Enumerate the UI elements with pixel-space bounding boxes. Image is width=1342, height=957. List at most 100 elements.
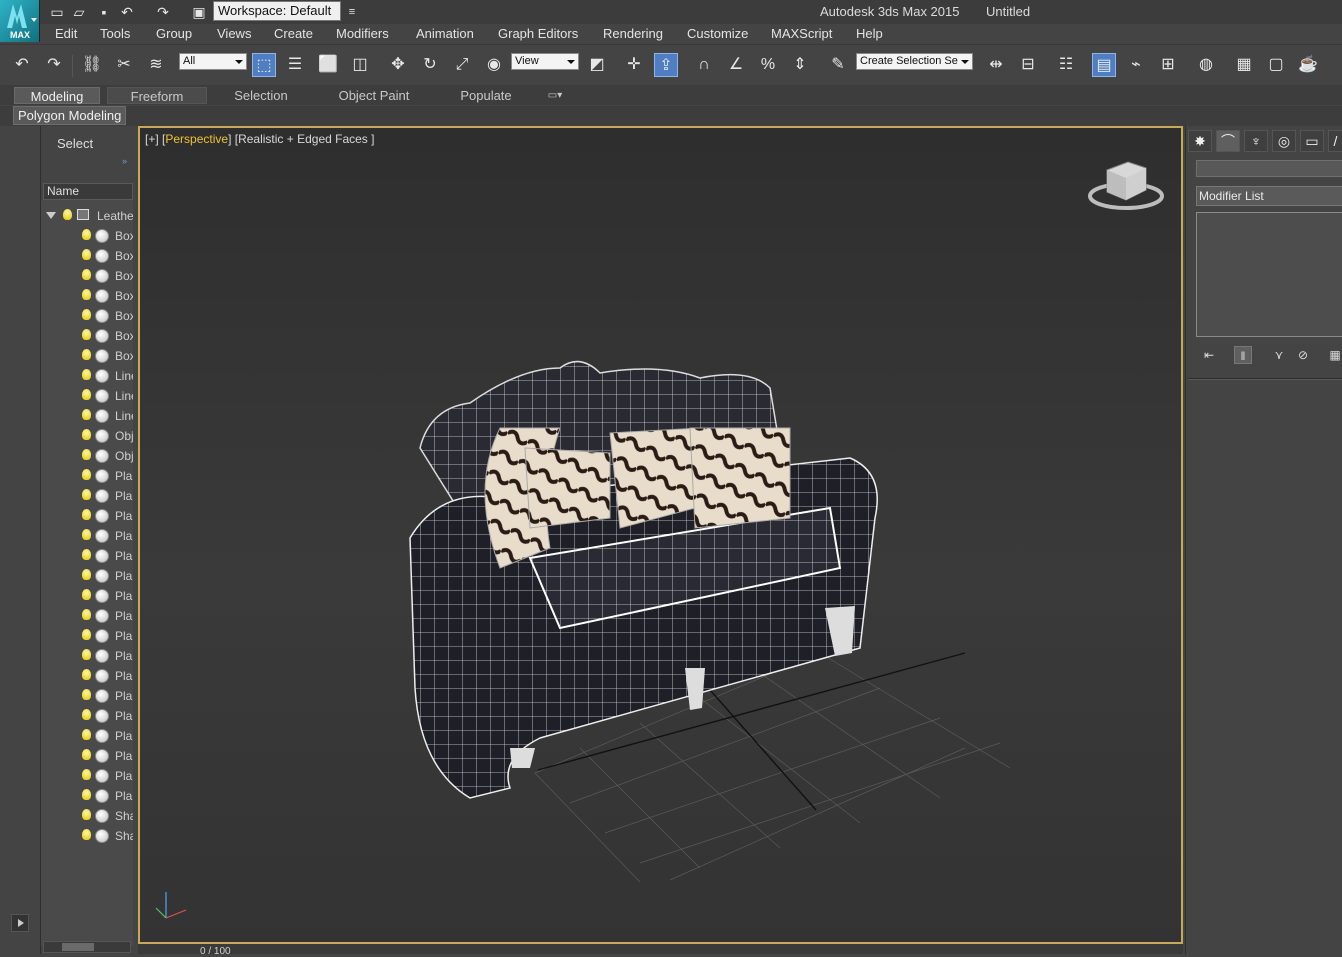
menu-rendering[interactable]: Rendering: [603, 26, 663, 41]
viewport-canvas[interactable]: [140, 128, 1181, 942]
scene-row[interactable]: Plan: [41, 766, 133, 786]
visibility-bulb-icon[interactable]: [82, 309, 91, 320]
visibility-bulb-icon[interactable]: [82, 229, 91, 240]
scene-row[interactable]: Sha: [41, 826, 133, 846]
show-end-result-icon[interactable]: ‖: [1234, 346, 1252, 364]
visibility-bulb-icon[interactable]: [82, 829, 91, 840]
scene-row-parent[interactable]: Leathe: [41, 206, 133, 226]
menu-views[interactable]: Views: [217, 26, 251, 41]
select-object-icon[interactable]: ⬚: [252, 53, 276, 77]
visibility-bulb-icon[interactable]: [82, 489, 91, 500]
scene-row[interactable]: Line: [41, 406, 133, 426]
menu-edit[interactable]: Edit: [55, 26, 77, 41]
tab-populate[interactable]: Populate: [446, 87, 526, 104]
application-button[interactable]: MAX: [0, 0, 40, 42]
visibility-bulb-icon[interactable]: [82, 649, 91, 660]
select-menu[interactable]: Select: [57, 136, 93, 151]
motion-panel-icon[interactable]: ◎: [1272, 130, 1296, 152]
scene-row[interactable]: Plan: [41, 466, 133, 486]
scrollbar-thumb[interactable]: [62, 943, 94, 951]
scene-row[interactable]: Box: [41, 246, 133, 266]
visibility-bulb-icon[interactable]: [82, 709, 91, 720]
visibility-bulb-icon[interactable]: [82, 749, 91, 760]
visibility-bulb-icon[interactable]: [82, 329, 91, 340]
snaps-toggle-icon[interactable]: ∩: [692, 53, 716, 77]
collapse-arrow-icon[interactable]: [46, 212, 56, 219]
visibility-bulb-icon[interactable]: [82, 509, 91, 520]
tab-object-paint[interactable]: Object Paint: [326, 87, 422, 104]
visibility-bulb-icon[interactable]: [82, 569, 91, 580]
spinner-snap-icon[interactable]: ⇕: [788, 53, 812, 77]
scene-row[interactable]: Box: [41, 306, 133, 326]
configure-modifier-sets-icon[interactable]: ▦: [1326, 346, 1342, 364]
modify-panel-icon[interactable]: ⌒: [1216, 130, 1240, 152]
visibility-bulb-icon[interactable]: [82, 389, 91, 400]
visibility-bulb-icon[interactable]: [82, 789, 91, 800]
percent-snap-icon[interactable]: %: [756, 53, 780, 77]
scene-row[interactable]: Obj: [41, 446, 133, 466]
scene-row[interactable]: Plan: [41, 546, 133, 566]
scene-row[interactable]: Plan: [41, 666, 133, 686]
render-production-icon[interactable]: ☕: [1296, 53, 1320, 77]
menu-create[interactable]: Create: [274, 26, 313, 41]
keyboard-shortcut-override-icon[interactable]: ⇪: [654, 53, 678, 77]
name-column-header[interactable]: Name: [43, 183, 133, 200]
visibility-bulb-icon[interactable]: [82, 669, 91, 680]
workspace-dropdown[interactable]: Workspace: Default: [213, 1, 341, 21]
visibility-bulb-icon[interactable]: [82, 349, 91, 360]
scene-row[interactable]: Plan: [41, 646, 133, 666]
display-panel-icon[interactable]: ▭: [1300, 130, 1324, 152]
align-icon[interactable]: ⊟: [1016, 53, 1040, 77]
render-setup-icon[interactable]: ▦: [1232, 53, 1256, 77]
scene-row[interactable]: Line: [41, 386, 133, 406]
bind-space-warp-icon[interactable]: ≋: [144, 53, 168, 77]
visibility-bulb-icon[interactable]: [82, 809, 91, 820]
visibility-bulb-icon[interactable]: [82, 549, 91, 560]
visibility-bulb-icon[interactable]: [82, 769, 91, 780]
scene-row[interactable]: Box: [41, 346, 133, 366]
scene-row[interactable]: Plan: [41, 626, 133, 646]
visibility-bulb-icon[interactable]: [82, 449, 91, 460]
modifier-stack[interactable]: [1196, 212, 1342, 337]
menu-group[interactable]: Group: [156, 26, 192, 41]
tab-selection[interactable]: Selection: [218, 87, 304, 104]
scale-icon[interactable]: ⤢: [450, 53, 474, 77]
redo-icon[interactable]: ↷: [154, 3, 172, 21]
scene-row[interactable]: Plan: [41, 566, 133, 586]
scene-row[interactable]: Plan: [41, 746, 133, 766]
scene-row[interactable]: Plan: [41, 586, 133, 606]
visibility-bulb-icon[interactable]: [82, 369, 91, 380]
project-folder-icon[interactable]: ▣: [190, 3, 208, 21]
object-name-field[interactable]: [1196, 160, 1342, 177]
selection-filter-dropdown[interactable]: All: [179, 53, 247, 70]
undo-icon[interactable]: ↶: [10, 53, 34, 77]
viewport-shading-menu[interactable]: [Realistic + Edged Faces ]: [235, 132, 375, 146]
undo-icon[interactable]: ↶: [118, 3, 136, 21]
rotate-icon[interactable]: ↻: [418, 53, 442, 77]
visibility-bulb-icon[interactable]: [82, 409, 91, 420]
scene-row[interactable]: Obj: [41, 426, 133, 446]
rendered-frame-window-icon[interactable]: ▢: [1264, 53, 1288, 77]
play-toggle-icon[interactable]: [11, 914, 29, 932]
visibility-bulb-icon[interactable]: [82, 689, 91, 700]
scene-row[interactable]: Sha: [41, 806, 133, 826]
scene-explorer-icon[interactable]: ▤: [1092, 53, 1116, 77]
tab-polygon-modeling[interactable]: Polygon Modeling: [13, 106, 127, 125]
scene-row[interactable]: Line: [41, 366, 133, 386]
scene-row[interactable]: Plan: [41, 706, 133, 726]
rectangular-selection-icon[interactable]: ⬜: [316, 53, 340, 77]
remove-modifier-icon[interactable]: ⊘: [1294, 346, 1312, 364]
scene-row[interactable]: Box: [41, 226, 133, 246]
perspective-viewport[interactable]: [+] [Perspective] [Realistic + Edged Fac…: [138, 126, 1183, 944]
layer-explorer-icon[interactable]: ☷: [1054, 53, 1078, 77]
unlink-icon[interactable]: ✂: [112, 53, 136, 77]
viewport-label[interactable]: [+] [Perspective] [Realistic + Edged Fac…: [145, 132, 374, 146]
viewport-plus-menu[interactable]: [+]: [145, 132, 159, 146]
hierarchy-panel-icon[interactable]: ♆: [1244, 130, 1268, 152]
scene-row[interactable]: Plan: [41, 526, 133, 546]
select-by-name-icon[interactable]: ☰: [283, 53, 307, 77]
angle-snap-icon[interactable]: ∠: [724, 53, 748, 77]
menu-modifiers[interactable]: Modifiers: [336, 26, 389, 41]
viewcube[interactable]: [1088, 161, 1164, 210]
menu-graph-editors[interactable]: Graph Editors: [498, 26, 578, 41]
